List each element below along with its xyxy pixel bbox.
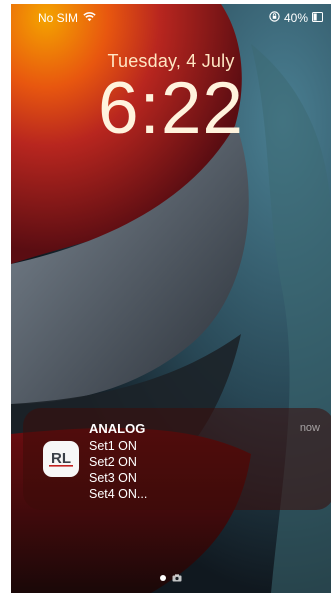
app-icon: RL	[43, 441, 79, 477]
rotation-lock-icon	[269, 11, 280, 25]
battery-percent: 40%	[283, 11, 308, 25]
page-dot-icon	[160, 575, 166, 581]
notification-line: Set2 ON	[89, 455, 137, 469]
notification-line: Set4 ON...	[89, 487, 148, 501]
carrier-group: No SIM	[38, 11, 96, 25]
app-icon-text: RL	[51, 450, 71, 467]
status-bar: No SIM 40%	[11, 4, 331, 30]
lock-screen: No SIM 40% Tuesday, 4 July 6:22 RL ANALO…	[11, 4, 331, 593]
camera-icon[interactable]	[172, 569, 182, 587]
notification-app-name: ANALOG	[89, 421, 146, 436]
notification-line: Set1 ON	[89, 439, 137, 453]
battery-group: 40%	[269, 11, 323, 25]
wifi-icon	[83, 11, 96, 25]
page-indicator	[11, 569, 331, 587]
battery-icon	[312, 11, 323, 25]
lock-time: 6:22	[97, 68, 245, 149]
carrier-label: No SIM	[38, 11, 79, 25]
notification-line: Set3 ON	[89, 471, 137, 485]
notification-time: now	[299, 422, 320, 434]
notification-card[interactable]: RL ANALOG now Set1 ON Set2 ON Set3 ON Se…	[23, 408, 331, 510]
